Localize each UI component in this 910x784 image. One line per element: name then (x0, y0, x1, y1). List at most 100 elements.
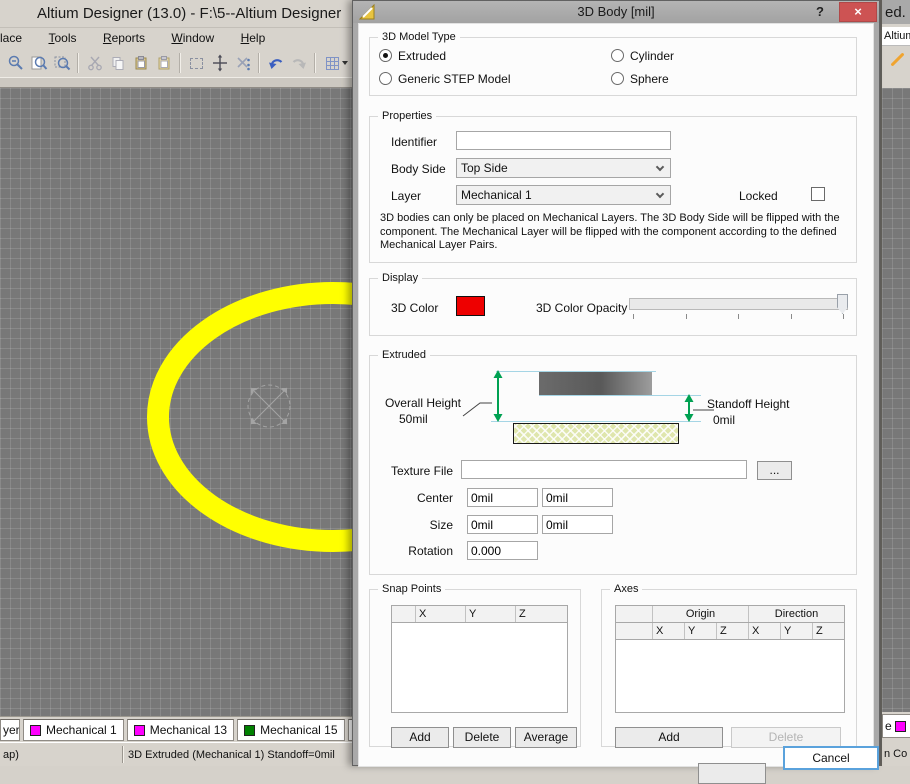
selection-rectangle-icon[interactable] (185, 52, 208, 74)
center-label: Center (381, 492, 453, 505)
chevron-down-icon (656, 190, 664, 198)
zoom-area-icon[interactable] (50, 52, 73, 74)
layer-tab-mechanical-13[interactable]: Mechanical 13 (127, 719, 234, 741)
background-status-fragment: n Co (884, 748, 907, 760)
body-side-label: Body Side (391, 163, 446, 176)
axes-header-groups: Origin Direction (616, 606, 844, 623)
opacity-slider[interactable] (629, 298, 848, 310)
snap-add-button[interactable]: Add (391, 727, 449, 748)
layer-select[interactable]: Mechanical 1 (456, 185, 671, 205)
identifier-input[interactable] (456, 131, 671, 150)
axes-delete-button: Delete (731, 727, 841, 748)
size-y-input[interactable] (542, 515, 613, 534)
group-legend: Display (378, 271, 422, 285)
paste-icon[interactable] (129, 52, 152, 74)
body-side-select[interactable]: Top Side (456, 158, 671, 178)
size-x-input[interactable] (467, 515, 538, 534)
menu-place-partial[interactable]: lace (0, 28, 22, 45)
menu-help[interactable]: Help (241, 28, 266, 45)
rotation-label: Rotation (381, 545, 453, 558)
group-legend: 3D Model Type (378, 30, 460, 44)
opacity-slider-ticks (633, 314, 844, 319)
overall-height-label: Overall Height (381, 397, 461, 410)
layer-color-swatch (134, 725, 145, 736)
move-icon[interactable] (208, 52, 231, 74)
3d-color-opacity-label: 3D Color Opacity (536, 302, 627, 315)
axes-header-columns: X Y Z X Y Z (616, 623, 844, 640)
cut-icon[interactable] (83, 52, 106, 74)
radio-sphere-label: Sphere (630, 73, 669, 86)
snap-average-button[interactable]: Average (515, 727, 577, 748)
group-3d-model-type: 3D Model Type (369, 37, 857, 96)
background-document-tab-fragment: Altium (882, 27, 910, 46)
toolbar-separator (179, 53, 181, 73)
snap-points-header: X Y Z (392, 606, 567, 623)
paste-special-icon[interactable] (152, 52, 175, 74)
axes-table[interactable]: Origin Direction X Y Z X Y Z (615, 605, 845, 713)
group-legend: Axes (610, 582, 642, 596)
overall-height-value[interactable]: 50mil (399, 413, 428, 426)
group-legend: Snap Points (378, 582, 445, 596)
undo-icon[interactable] (264, 52, 287, 74)
menu-window[interactable]: Window (171, 28, 214, 45)
layer-tab-mechanical-1[interactable]: Mechanical 1 (23, 719, 124, 741)
close-button[interactable]: × (839, 2, 877, 22)
menu-tools[interactable]: Tools (48, 28, 76, 45)
background-canvas-fragment (882, 88, 910, 712)
radio-sphere[interactable] (611, 72, 624, 85)
pencil-icon[interactable] (890, 52, 904, 66)
properties-note: 3D bodies can only be placed on Mechanic… (380, 212, 854, 253)
zoom-document-icon[interactable] (27, 52, 50, 74)
texture-file-label: Texture File (381, 465, 453, 478)
layer-color-swatch (895, 721, 906, 732)
cross-select-icon[interactable] (231, 52, 254, 74)
ok-button-partial[interactable] (698, 763, 766, 784)
copy-icon[interactable] (106, 52, 129, 74)
layer-color-swatch (244, 725, 255, 736)
layer-tab-mechanical-15[interactable]: Mechanical 15 (237, 719, 344, 741)
3d-color-label: 3D Color (391, 302, 438, 315)
center-y-input[interactable] (542, 488, 613, 507)
toolbar-separator (258, 53, 260, 73)
zoom-out-icon[interactable] (4, 52, 27, 74)
status-divider (122, 746, 124, 763)
layer-tab-partial[interactable]: yer (0, 719, 20, 741)
toolbar-separator (314, 53, 316, 73)
menu-reports[interactable]: Reports (103, 28, 145, 45)
snap-grid-icon[interactable] (320, 52, 354, 74)
layer-label: Layer (391, 190, 421, 203)
center-x-input[interactable] (467, 488, 538, 507)
identifier-label: Identifier (391, 136, 437, 149)
snap-points-table[interactable]: X Y Z (391, 605, 568, 713)
extruded-body-diagram (539, 371, 652, 395)
background-window-sliver: ed. Altium e n Co (880, 0, 910, 766)
radio-extruded[interactable] (379, 49, 392, 62)
radio-cylinder[interactable] (611, 49, 624, 62)
dialog-title: 3D Body [mil] (353, 4, 879, 19)
standoff-height-label: Standoff Height (707, 398, 790, 411)
radio-generic-step-model[interactable] (379, 72, 392, 85)
snap-delete-button[interactable]: Delete (453, 727, 511, 748)
cancel-button[interactable]: Cancel (783, 746, 879, 770)
redo-icon[interactable] (287, 52, 310, 74)
texture-file-input[interactable] (461, 460, 747, 479)
rotation-input[interactable] (467, 541, 538, 560)
background-window-title-fragment: ed. (885, 4, 906, 21)
axes-add-button[interactable]: Add (615, 727, 723, 748)
locked-checkbox[interactable] (811, 187, 825, 201)
locked-label: Locked (739, 190, 778, 203)
status-message: 3D Extruded (Mechanical 1) Standoff=0mil (128, 749, 335, 761)
layer-color-swatch (30, 725, 41, 736)
radio-cylinder-label: Cylinder (630, 50, 674, 63)
3d-color-swatch[interactable] (456, 296, 485, 316)
browse-button[interactable]: ... (757, 461, 792, 480)
main-window-title: Altium Designer (13.0) - F:\5--Altium De… (37, 5, 341, 22)
help-button[interactable]: ? (811, 3, 829, 21)
standoff-height-value[interactable]: 0mil (713, 414, 735, 427)
toolbar-separator (77, 53, 79, 73)
status-left-fragment: ap) (3, 749, 19, 761)
radio-extruded-label: Extruded (398, 50, 446, 63)
dialog-title-bar[interactable]: 3D Body [mil] ? × (353, 1, 879, 23)
background-layer-tab-fragment[interactable]: e (882, 714, 910, 738)
origin-marker (248, 385, 290, 427)
